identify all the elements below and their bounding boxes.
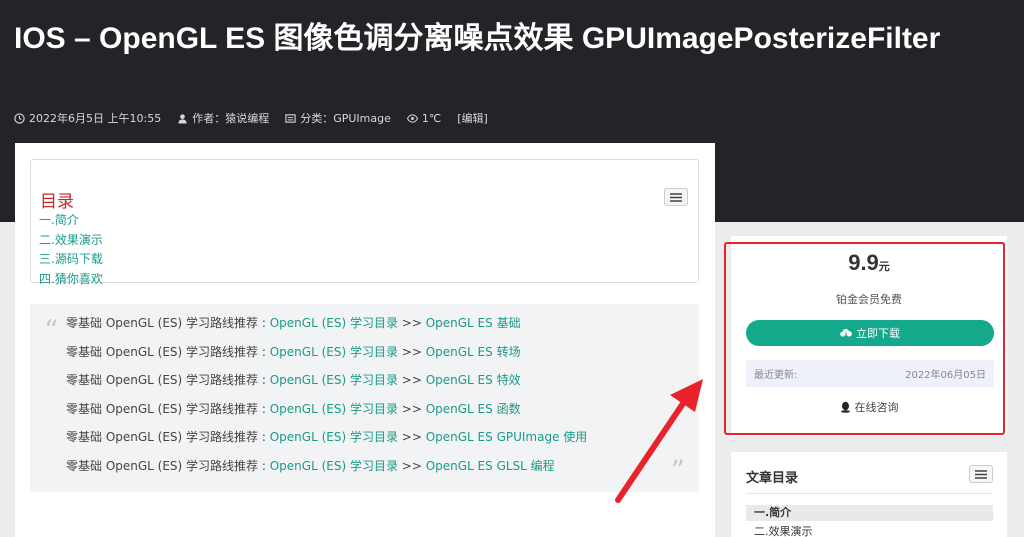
toc-list: 一.简介 二.效果演示 三.源码下载 四.猜你喜欢 (39, 211, 103, 289)
table-of-contents: 目录 一.简介 二.效果演示 三.源码下载 四.猜你喜欢 (30, 159, 699, 286)
quote-link-topic[interactable]: OpenGL ES 函数 (426, 402, 521, 416)
quote-line: 零基础 OpenGL (ES) 学习路线推荐 : OpenGL (ES) 学习目… (66, 371, 587, 400)
sidebar-toc-item-active[interactable]: 一.简介 (746, 505, 993, 521)
toc-item[interactable]: 三.源码下载 (39, 250, 103, 270)
article-body: 目录 一.简介 二.效果演示 三.源码下载 四.猜你喜欢 “ 零基础 OpenG… (15, 143, 715, 537)
quote-prefix: 零基础 OpenGL (ES) 学习路线推荐 : (66, 344, 270, 359)
menu-icon (670, 192, 682, 202)
sidebar-toc-item[interactable]: 二.效果演示 (754, 523, 813, 537)
quote-prefix: 零基础 OpenGL (ES) 学习路线推荐 : (66, 401, 270, 416)
menu-icon (975, 469, 987, 479)
quote-link-topic[interactable]: OpenGL ES 基础 (426, 316, 521, 330)
toc-item[interactable]: 四.猜你喜欢 (39, 270, 103, 290)
meta-category-text[interactable]: 分类：GPUImage (300, 110, 391, 126)
quote-link-topic[interactable]: OpenGL ES 特效 (426, 373, 521, 387)
clock-icon (14, 112, 25, 124)
meta-author-text[interactable]: 作者：猿说编程 (192, 110, 269, 126)
learning-path-quote: “ 零基础 OpenGL (ES) 学习路线推荐 : OpenGL (ES) 学… (30, 304, 699, 492)
quote-sep: >> (397, 373, 426, 387)
meta-category: 分类：GPUImage (285, 110, 391, 126)
quote-link-topic[interactable]: OpenGL ES GPUImage 使用 (426, 430, 588, 444)
quote-sep: >> (397, 316, 426, 330)
quote-sep: >> (397, 458, 426, 473)
quote-link-directory[interactable]: OpenGL (ES) 学习目录 (270, 316, 398, 330)
meta-author: 作者：猿说编程 (177, 110, 269, 126)
sidebar-toc-title: 文章目录 (746, 471, 799, 486)
quote-sep: >> (397, 344, 426, 359)
quote-open-icon: “ (44, 314, 59, 347)
quote-prefix: 零基础 OpenGL (ES) 学习路线推荐 : (66, 430, 270, 444)
quote-link-directory[interactable]: OpenGL (ES) 学习目录 (270, 430, 398, 444)
toc-item[interactable]: 二.效果演示 (39, 231, 103, 251)
quote-link-topic[interactable]: OpenGL ES GLSL 编程 (426, 459, 555, 473)
quote-link-directory[interactable]: OpenGL (ES) 学习目录 (270, 373, 398, 387)
edit-link[interactable]: [编辑] (457, 110, 488, 126)
quote-prefix: 零基础 OpenGL (ES) 学习路线推荐 : (66, 316, 270, 330)
meta-views: 1℃ (406, 111, 442, 125)
meta-date: 2022年6月5日 上午10:55 (14, 110, 161, 126)
list-icon (285, 113, 296, 123)
quote-link-topic[interactable]: OpenGL ES 转场 (426, 345, 521, 359)
eye-icon (406, 113, 418, 123)
divider (746, 493, 993, 494)
quote-prefix: 零基础 OpenGL (ES) 学习路线推荐 : (66, 458, 270, 473)
quote-link-directory[interactable]: OpenGL (ES) 学习目录 (270, 402, 398, 416)
quote-link-directory[interactable]: OpenGL (ES) 学习目录 (270, 459, 398, 473)
highlight-box (724, 242, 1005, 435)
toc-title: 目录 (40, 192, 74, 212)
toc-item[interactable]: 一.简介 (39, 211, 103, 231)
quote-line: 零基础 OpenGL (ES) 学习路线推荐 : OpenGL (ES) 学习目… (66, 428, 587, 457)
sidebar-toc-toggle-button[interactable] (969, 465, 993, 483)
article-title: IOS – OpenGL ES 图像色调分离噪点效果 GPUImagePoste… (14, 22, 941, 55)
quote-line: 零基础 OpenGL (ES) 学习路线推荐 : OpenGL (ES) 学习目… (66, 457, 587, 486)
quote-line: 零基础 OpenGL (ES) 学习路线推荐 : OpenGL (ES) 学习目… (66, 343, 587, 372)
quote-link-directory[interactable]: OpenGL (ES) 学习目录 (270, 345, 398, 359)
meta-date-text: 2022年6月5日 上午10:55 (29, 112, 162, 125)
user-icon (178, 113, 187, 124)
article-meta: 2022年6月5日 上午10:55 作者：猿说编程 分类：GPUImage 1℃… (14, 110, 488, 126)
quote-sep: >> (397, 401, 426, 416)
quote-close-icon: ” (670, 454, 685, 487)
sidebar-toc: 文章目录 一.简介 二.效果演示 (731, 452, 1007, 537)
meta-views-text: 1℃ (421, 111, 442, 125)
quote-line: 零基础 OpenGL (ES) 学习路线推荐 : OpenGL (ES) 学习目… (66, 400, 587, 429)
quote-sep: >> (397, 430, 426, 444)
quote-line: 零基础 OpenGL (ES) 学习路线推荐 : OpenGL (ES) 学习目… (66, 314, 587, 343)
toc-toggle-button[interactable] (664, 188, 688, 206)
quote-prefix: 零基础 OpenGL (ES) 学习路线推荐 : (66, 373, 270, 387)
